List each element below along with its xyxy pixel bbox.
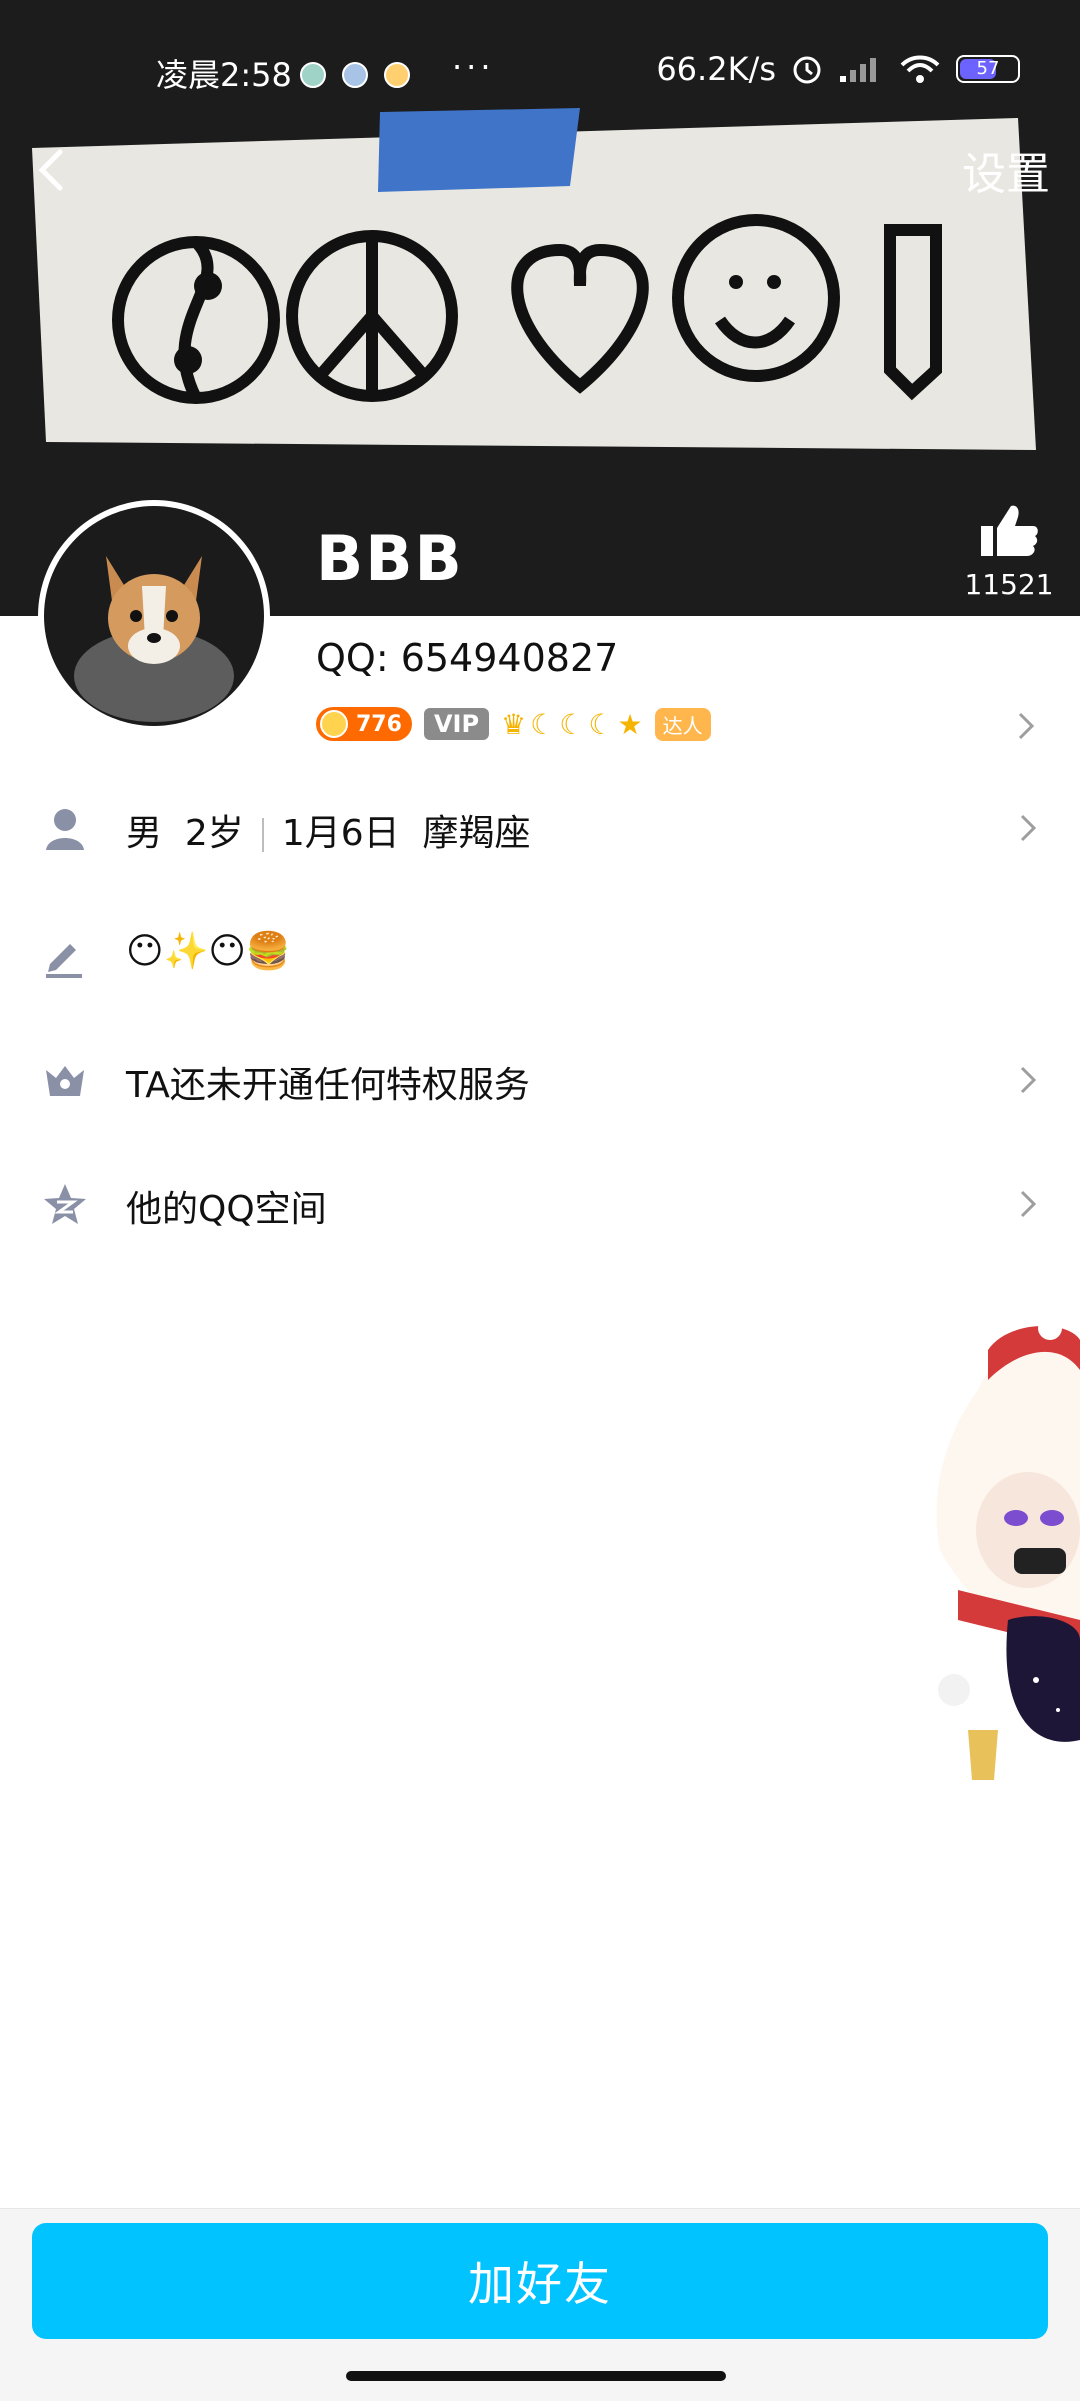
back-button[interactable] <box>24 140 80 200</box>
thumbs-up-icon <box>981 505 1038 556</box>
back-arrow-icon <box>38 149 63 191</box>
avatar-photo <box>44 506 264 726</box>
chevron-right-icon <box>1020 1066 1037 1094</box>
signal-icon <box>840 58 876 82</box>
more-notifications-icon: ··· <box>452 48 495 86</box>
profile-nickname: BBB <box>316 522 464 595</box>
qq-level-coin-badge: 776 <box>316 707 412 741</box>
home-indicator[interactable] <box>346 2371 726 2381</box>
chevron-right-icon <box>1020 1190 1037 1218</box>
qzone-row[interactable]: 他的QQ空间 <box>0 1154 1080 1254</box>
zodiac: 摩羯座 <box>422 813 531 854</box>
coin-value: 776 <box>356 711 402 737</box>
signature-row[interactable]: 😶✨😶🍔 <box>0 904 1080 1004</box>
battery-icon: 57 <box>956 55 1020 83</box>
settings-button[interactable]: 设置 <box>962 138 1050 202</box>
app-notification-icon <box>300 62 326 88</box>
crown-icon <box>46 1066 84 1096</box>
notification-icons <box>300 62 410 88</box>
network-speed: 66.2K/s <box>656 50 776 88</box>
coin-icon <box>320 710 348 738</box>
signature-text: 😶✨😶🍔 <box>126 931 291 972</box>
decorative-mascot-image <box>936 1320 1080 1780</box>
edit-icon <box>46 944 82 978</box>
battery-level: 57 <box>976 58 1000 79</box>
qq-number: QQ: 654940827 <box>316 636 619 680</box>
avatar[interactable] <box>38 500 270 732</box>
moon-icon: ☾ <box>559 707 585 741</box>
gender: 男 <box>126 813 163 854</box>
status-time: 凌晨2:58 <box>156 56 292 94</box>
app-notification-icon <box>342 62 368 88</box>
like-button[interactable]: 11521 <box>964 500 1054 601</box>
chevron-right-icon[interactable] <box>1012 706 1040 746</box>
add-friend-button[interactable]: 加好友 <box>32 2223 1048 2339</box>
vip-badge: VIP <box>423 708 490 740</box>
moon-icon: ☾ <box>530 707 556 741</box>
qzone-label: 他的QQ空间 <box>126 1189 327 1230</box>
wifi-icon <box>900 55 940 83</box>
badges-row[interactable]: 776 VIP ♛ ☾ ☾ ☾ ★ 达人 <box>316 704 711 744</box>
birthday: 1月6日 <box>281 813 400 854</box>
crown-icon: ♛ <box>501 707 527 741</box>
level-icons: ♛ ☾ ☾ ☾ ★ <box>501 708 643 741</box>
moon-icon: ☾ <box>588 707 614 741</box>
privilege-label: TA还未开通任何特权服务 <box>126 1065 530 1106</box>
chevron-right-icon <box>1020 814 1037 842</box>
basic-info-label: 男 2岁 1月6日 摩羯座 <box>126 804 531 856</box>
status-right: 66.2K/s 57 <box>656 50 1020 88</box>
talent-badge: 达人 <box>654 707 711 741</box>
bottom-action-bar: 加好友 <box>0 2208 1080 2401</box>
person-icon <box>46 809 84 850</box>
weibo-notification-icon <box>384 62 410 88</box>
status-bar: 凌晨2:58 ··· 66.2K/s 57 <box>0 40 1080 104</box>
basic-info-row[interactable]: 男 2岁 1月6日 摩羯座 <box>0 778 1080 878</box>
age: 2岁 <box>184 813 244 854</box>
like-count: 11521 <box>964 568 1054 601</box>
star-icon: ★ <box>617 707 643 741</box>
qzone-star-icon <box>44 1184 86 1224</box>
separator <box>261 818 264 852</box>
privilege-row[interactable]: TA还未开通任何特权服务 <box>0 1030 1080 1130</box>
alarm-icon <box>793 56 821 84</box>
